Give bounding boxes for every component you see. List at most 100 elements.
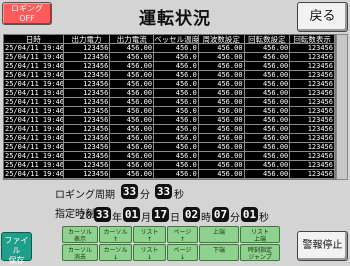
key-label: カーソル — [103, 247, 128, 254]
table-cell: 456.00 — [244, 80, 291, 89]
logging-button-state: OFF — [19, 14, 35, 23]
table-row[interactable]: 25/04/11 19:46 123456 456.00 456.0 456.00 456… — [4, 170, 335, 179]
table-row[interactable]: 25/04/11 19:46 123456 456.00 456.0 456.00 456… — [4, 116, 335, 125]
table-row[interactable]: 25/04/11 19:46 123456 456.00 456.0 456.00 456… — [4, 44, 335, 53]
table-cell: 456.0 — [154, 152, 199, 161]
cursor-show-button[interactable]: カーソル 表示 — [62, 226, 98, 243]
logging-toggle-button[interactable]: ロギング OFF — [2, 2, 52, 25]
logging-period-label: ロギング周期 — [55, 190, 115, 201]
table-cell: 456.00 — [110, 161, 155, 170]
second-field[interactable]: 01 — [241, 207, 258, 222]
top-button[interactable]: 上端 — [199, 226, 239, 243]
table-cell: 456.00 — [110, 170, 155, 179]
key-label: ↑ — [112, 236, 119, 243]
column-header: 回転数表示 — [290, 35, 335, 44]
table-cell: 456.00 — [198, 161, 245, 170]
table-row[interactable]: 25/04/11 19:46 123456 456.00 456.0 456.00 456… — [4, 62, 335, 71]
table-cell: 456.0 — [154, 89, 199, 98]
page-down-button[interactable]: ページ ↓ — [167, 244, 198, 261]
key-label: ↓ — [146, 254, 153, 261]
table-row[interactable]: 25/04/11 19:46 123456 456.00 456.0 456.00 456… — [4, 53, 335, 62]
table-cell: 123456 — [63, 71, 111, 80]
table-row[interactable]: 25/04/11 19:46 123456 456.00 456.0 456.00 456… — [4, 152, 335, 161]
day-field[interactable]: 17 — [152, 207, 169, 222]
table-cell: 456.00 — [198, 125, 245, 134]
table-row[interactable]: 25/04/11 19:46 123456 456.00 456.0 456.00 456… — [4, 71, 335, 80]
time-jump-button[interactable]: 時刻指定 ジャンプ — [240, 244, 280, 261]
table-cell: 123456 — [290, 161, 335, 170]
table-cell: 456.0 — [154, 125, 199, 134]
table-cell: 123456 — [63, 89, 111, 98]
table-cell: 123456 — [290, 116, 335, 125]
table-cell: 456.00 — [110, 62, 155, 71]
key-label: カーソル — [67, 247, 92, 254]
page-up-button[interactable]: ページ ↑ — [167, 226, 198, 243]
key-label: 上端 — [253, 236, 266, 243]
table-row[interactable]: 25/04/11 19:46 123456 456.00 456.0 456.00 456… — [4, 125, 335, 134]
table-row[interactable]: 25/04/11 19:46 123456 456.00 456.0 456.00 456… — [4, 107, 335, 116]
table-cell: 123456 — [290, 89, 335, 98]
table-cell: 456.0 — [154, 116, 199, 125]
table-row[interactable]: 25/04/11 19:46 123456 456.00 456.0 456.00 456… — [4, 80, 335, 89]
key-label: 表示 — [73, 236, 86, 243]
key-label: カーソル — [67, 229, 92, 236]
key-label: ↓ — [179, 254, 186, 261]
list-up-button[interactable]: リスト ↑ — [133, 226, 166, 243]
table-cell: 25/04/11 19:46 — [4, 62, 64, 71]
second-unit: 秒 — [259, 213, 269, 224]
file-save-button[interactable]: ファイル 保存 — [1, 232, 32, 265]
table-cell: 456.00 — [198, 170, 245, 179]
column-header: 回転数設定 — [244, 35, 291, 44]
table-row[interactable]: 25/04/11 19:46 123456 456.00 456.0 456.00 456… — [4, 89, 335, 98]
table-cell: 123456 — [290, 152, 335, 161]
key-label: ↓ — [112, 254, 119, 261]
cursor-down-button[interactable]: カーソル ↓ — [99, 244, 132, 261]
key-label: ↑ — [179, 236, 186, 243]
key-label: ページ — [173, 229, 192, 236]
table-cell: 123456 — [290, 71, 335, 80]
cursor-up-button[interactable]: カーソル ↑ — [99, 226, 132, 243]
table-header: 日時 出力電力 出力電流 ベッセル温度 周波数設定 回転数設定 回転数表示 — [4, 35, 335, 44]
table-cell: 456.00 — [110, 125, 155, 134]
cursor-clear-button[interactable]: カーソル 消去 — [62, 244, 98, 261]
table-cell: 25/04/11 19:46 — [4, 98, 64, 107]
table-cell: 123456 — [290, 62, 335, 71]
table-cell: 456.00 — [244, 44, 291, 53]
logging-period-seconds[interactable]: 33 — [155, 184, 172, 199]
table-row[interactable]: 25/04/11 19:46 123456 456.00 456.0 456.00 456… — [4, 161, 335, 170]
table-cell: 456.00 — [110, 71, 155, 80]
column-header: 日時 — [4, 35, 64, 44]
table-cell: 456.00 — [198, 107, 245, 116]
bottom-button[interactable]: 下端 — [199, 244, 239, 261]
table-cell: 456.00 — [110, 152, 155, 161]
table-cell: 25/04/11 19:46 — [4, 143, 64, 152]
column-header: ベッセル温度 — [154, 35, 199, 44]
column-header: 出力電流 — [110, 35, 155, 44]
table-cell: 456.00 — [244, 152, 291, 161]
table-cell: 25/04/11 19:46 — [4, 71, 64, 80]
table-scrollbar[interactable] — [336, 34, 348, 180]
table-row[interactable]: 25/04/11 19:46 123456 456.00 456.0 456.00 456… — [4, 134, 335, 143]
column-header: 出力電力 — [63, 35, 111, 44]
table-cell: 456.00 — [198, 143, 245, 152]
minutes-unit: 分 — [140, 190, 150, 201]
table-cell: 25/04/11 19:46 — [4, 152, 64, 161]
alarm-stop-button[interactable]: 警報停止 — [297, 231, 348, 261]
table-row[interactable]: 25/04/11 19:46 123456 456.00 456.0 456.00 456… — [4, 143, 335, 152]
table-cell: 123456 — [290, 170, 335, 179]
key-label: ジャンプ — [248, 254, 272, 261]
back-button[interactable]: 戻る — [297, 2, 348, 32]
list-top-button[interactable]: リスト 上端 — [240, 226, 280, 243]
month-field[interactable]: 01 — [123, 207, 140, 222]
minute-field[interactable]: 07 — [212, 207, 229, 222]
logging-period-minutes[interactable]: 33 — [121, 184, 138, 199]
year-field[interactable]: 33 — [94, 207, 111, 222]
hour-field[interactable]: 02 — [183, 207, 200, 222]
table-cell: 123456 — [290, 134, 335, 143]
list-down-button[interactable]: リスト ↓ — [133, 244, 166, 261]
year-unit: 年 — [112, 213, 122, 224]
column-header: 周波数設定 — [198, 35, 245, 44]
table-cell: 456.0 — [154, 53, 199, 62]
table-cell: 456.0 — [154, 170, 199, 179]
table-row[interactable]: 25/04/11 19:46 123456 456.00 456.0 456.00 456… — [4, 98, 335, 107]
